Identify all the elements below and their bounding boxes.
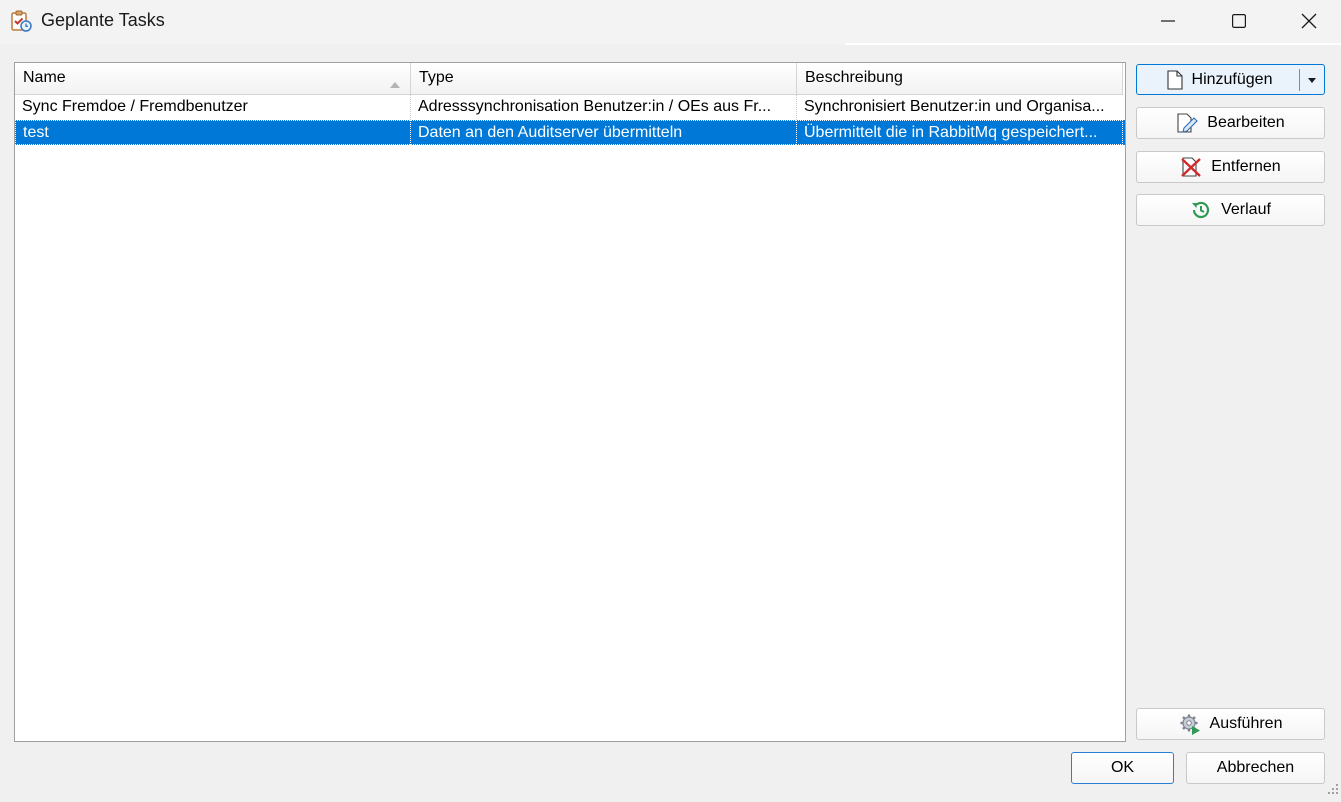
table-row[interactable]: Sync Fremdoe / Fremdbenutzer Adresssynch… (15, 95, 1125, 120)
history-icon (1190, 199, 1212, 221)
cell-type: Adresssynchronisation Benutzer:in / OEs … (410, 95, 796, 120)
remove-red-x-icon (1180, 156, 1202, 178)
maximize-button[interactable] (1204, 0, 1274, 42)
cell-type: Daten an den Auditserver übermitteln (410, 120, 796, 145)
edit-button[interactable]: Bearbeiten (1136, 107, 1325, 139)
cell-description: Übermittelt die in RabbitMq gespeichert.… (796, 120, 1123, 145)
edit-button-label: Bearbeiten (1207, 114, 1285, 131)
cell-name: Sync Fremdoe / Fremdbenutzer (22, 98, 248, 115)
minimize-button[interactable] (1133, 0, 1203, 42)
close-button[interactable] (1274, 0, 1341, 42)
dropdown-arrow-icon[interactable] (1300, 65, 1324, 95)
column-header-name[interactable]: Name (15, 63, 411, 95)
ok-button-label: OK (1110, 759, 1135, 776)
maximize-icon (1232, 14, 1246, 28)
resize-grip-icon[interactable] (1327, 782, 1339, 800)
new-document-icon (1166, 69, 1183, 90)
history-button[interactable]: Verlauf (1136, 194, 1325, 226)
add-button[interactable]: Hinzufügen (1136, 64, 1325, 95)
sort-ascending-icon (390, 75, 400, 93)
remove-button[interactable]: Entfernen (1136, 151, 1325, 183)
edit-document-icon (1176, 112, 1199, 134)
cell-description: Synchronisiert Benutzer:in und Organisa.… (796, 95, 1123, 120)
title-separator (845, 43, 1341, 45)
column-header-type[interactable]: Type (411, 63, 797, 95)
window-title: Geplante Tasks (41, 10, 165, 30)
minimize-icon (1161, 14, 1175, 28)
title-bar: Geplante Tasks (0, 0, 1341, 44)
run-button[interactable]: Ausführen (1136, 708, 1325, 740)
add-button-label: Hinzufügen (1191, 70, 1273, 88)
ok-button[interactable]: OK (1071, 752, 1174, 784)
cancel-button-label: Abbrechen (1216, 759, 1295, 776)
run-button-label: Ausführen (1209, 715, 1283, 732)
task-clipboard-clock-icon (9, 9, 33, 33)
remove-button-label: Entfernen (1211, 158, 1281, 175)
history-button-label: Verlauf (1221, 201, 1271, 218)
run-gear-icon (1179, 713, 1201, 735)
table-row[interactable]: test Daten an den Auditserver übermittel… (15, 120, 1125, 145)
tasks-list[interactable]: Name Type Beschreibung Sync Fremdoe / Fr… (14, 62, 1126, 742)
list-header: Name Type Beschreibung (15, 63, 1125, 95)
close-icon (1301, 13, 1317, 29)
cell-name: test (15, 120, 410, 145)
column-header-description[interactable]: Beschreibung (797, 63, 1123, 95)
cancel-button[interactable]: Abbrechen (1186, 752, 1325, 784)
